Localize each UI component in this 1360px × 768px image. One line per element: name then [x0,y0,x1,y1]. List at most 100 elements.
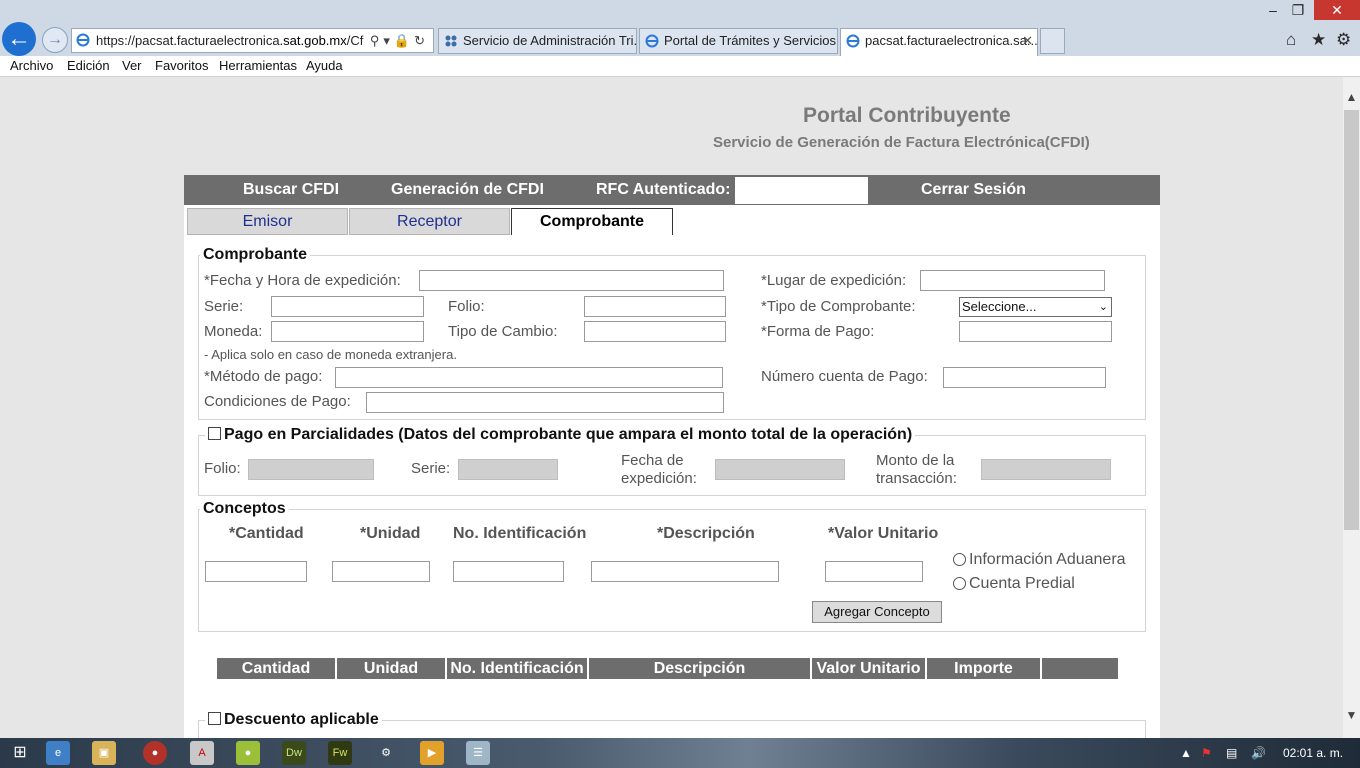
refresh-icon[interactable]: ↻ [414,33,429,48]
browser-tab-portal[interactable]: Portal de Trámites y Servicios a... [639,28,838,54]
unidad-input[interactable] [332,561,430,582]
cuenta-predial-radio[interactable] [953,577,966,590]
valor-unitario-label: *Valor Unitario [828,525,939,542]
nav-cerrar-sesion[interactable]: Cerrar Sesión [921,181,1026,199]
conceptos-table-header: Cantidad Unidad No. Identificación Descr… [217,658,1118,679]
ie-taskbar-icon[interactable]: e [46,741,70,765]
taskbar: ⊞ e ▣ ● A ● Dw Fw ⚙ ▶ ☰ ▲ ⚑ ▤ 🔊 02:01 a.… [0,738,1360,768]
page-scrollbar[interactable]: ▲ ▼ [1343,77,1360,738]
pdf-icon[interactable]: A [190,741,214,765]
lugar-input[interactable] [920,270,1105,291]
th-descripcion: Descripción [589,658,812,679]
search-icon[interactable]: ⚲ [370,33,384,48]
th-no-identificacion: No. Identificación [447,658,589,679]
menu-ayuda[interactable]: Ayuda [306,58,343,73]
dreamweaver-icon[interactable]: Dw [282,741,306,765]
explorer-folder-icon[interactable]: ▣ [92,741,116,765]
close-window-button[interactable]: ✕ [1314,0,1360,20]
media-player-icon[interactable]: ▶ [420,741,444,765]
nav-generacion-cfdi[interactable]: Generación de CFDI [391,181,544,199]
th-importe: Importe [927,658,1042,679]
forward-button[interactable]: → [42,27,68,53]
fireworks-icon[interactable]: Fw [328,741,352,765]
condiciones-input[interactable] [366,392,724,413]
comprobante-legend: Comprobante [200,246,310,264]
notepad-icon[interactable]: ☰ [466,741,490,765]
portal-title: Portal Contribuyente [803,104,1011,127]
address-tools[interactable]: ⚲▾🔒↻ [370,29,429,52]
no-identificacion-input[interactable] [453,561,564,582]
parc-serie-input[interactable] [458,459,558,480]
ie-icon [76,33,90,47]
menu-archivo[interactable]: Archivo [10,58,53,73]
tab-receptor[interactable]: Receptor [349,208,510,235]
descuento-checkbox[interactable] [208,712,221,725]
browser-tab-pacsat[interactable]: pacsat.facturaelectronica.sa... ✕ [840,28,1038,56]
agregar-concepto-button[interactable]: Agregar Concepto [812,601,942,623]
menu-herramientas[interactable]: Herramientas [219,58,297,73]
firefox-icon[interactable]: ● [143,741,167,765]
messenger-icon[interactable]: ● [236,741,260,765]
close-tab-icon[interactable]: ✕ [1022,29,1033,53]
valor-unitario-input[interactable] [825,561,923,582]
parc-folio-input[interactable] [248,459,374,480]
forma-pago-input[interactable] [959,321,1112,342]
taskbar-clock[interactable]: 02:01 a. m. [1283,746,1343,760]
parcialidades-checkbox[interactable] [208,427,221,440]
serie-input[interactable] [271,296,424,317]
parc-monto-input[interactable] [981,459,1111,480]
nav-buscar-cfdi[interactable]: Buscar CFDI [243,181,339,199]
volume-icon[interactable]: 🔊 [1251,746,1266,760]
dropdown-icon[interactable]: ▾ [383,33,394,48]
flag-alert-icon[interactable]: ⚑ [1201,746,1212,760]
windows-start-icon[interactable]: ⊞ [8,741,32,765]
no-identificacion-label: No. Identificación [453,525,587,542]
app-gear-icon[interactable]: ⚙ [374,741,398,765]
moneda-note: - Aplica solo en caso de moneda extranje… [204,347,457,362]
menu-favoritos[interactable]: Favoritos [155,58,208,73]
tray-expand-icon[interactable]: ▲ [1180,746,1192,760]
descuento-legend: Descuento aplicable [205,711,382,729]
scrollbar-thumb[interactable] [1344,110,1359,530]
rfc-value-redacted [735,177,868,204]
tab-emisor[interactable]: Emisor [187,208,348,235]
conceptos-legend: Conceptos [200,500,289,518]
cantidad-label: *Cantidad [229,525,304,542]
menu-ver[interactable]: Ver [122,58,142,73]
moneda-input[interactable] [271,321,424,342]
numero-cuenta-label: Número cuenta de Pago: [761,368,928,385]
fecha-input[interactable] [419,270,724,291]
info-aduanera-radio[interactable] [953,553,966,566]
gear-icon[interactable]: ⚙ [1336,30,1351,50]
info-aduanera-label: Información Aduanera [969,551,1126,568]
cantidad-input[interactable] [205,561,307,582]
menu-edicion[interactable]: Edición [67,58,110,73]
back-button[interactable]: ← [2,22,36,56]
numero-cuenta-input[interactable] [943,367,1106,388]
favorites-star-icon[interactable]: ★ [1311,30,1326,50]
fecha-label: *Fecha y Hora de expedición: [204,272,401,289]
tipo-cambio-input[interactable] [584,321,726,342]
tipo-comprobante-select[interactable]: Seleccione... ⌄ [959,297,1112,317]
descripcion-input[interactable] [591,561,779,582]
browser-titlebar: ← → https://pacsat.facturaelectronica.sa… [0,0,1360,56]
metodo-pago-input[interactable] [335,367,723,388]
network-icon[interactable]: ▤ [1226,746,1237,760]
minimize-button[interactable]: – [1262,0,1284,20]
tab-comprobante[interactable]: Comprobante [511,208,673,235]
new-tab-button[interactable] [1040,28,1065,54]
back-arrow-icon: ← [7,25,31,52]
forward-arrow-icon: → [47,31,63,48]
restore-button[interactable]: ❐ [1287,0,1309,20]
browser-tab-sat[interactable]: Servicio de Administración Tri... [438,28,637,54]
rfc-label: RFC Autenticado: [596,181,731,198]
sat-favicon-icon [445,35,457,47]
folio-input[interactable] [584,296,726,317]
top-navigation: Buscar CFDI Generación de CFDI RFC Auten… [184,175,1160,205]
scroll-up-icon[interactable]: ▲ [1343,89,1360,106]
scroll-down-icon[interactable]: ▼ [1343,707,1360,724]
home-icon[interactable]: ⌂ [1286,30,1296,50]
parc-fecha-input[interactable] [715,459,845,480]
address-bar[interactable]: https://pacsat.facturaelectronica.sat.go… [71,28,434,53]
th-cantidad: Cantidad [217,658,337,679]
